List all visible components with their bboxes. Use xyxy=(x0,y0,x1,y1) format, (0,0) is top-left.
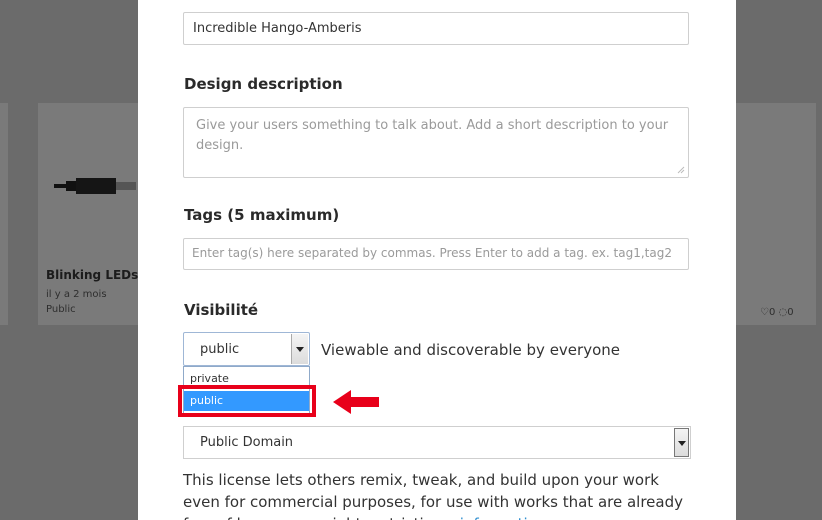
tags-label: Tags (5 maximum) xyxy=(184,206,340,224)
visibility-select[interactable]: public xyxy=(183,332,310,366)
background-card-visibility: Public xyxy=(46,304,76,315)
background-design-card: Blinking LEDs il y a 2 mois Public xyxy=(38,103,138,325)
license-description: This license lets others remix, tweak, a… xyxy=(183,469,698,520)
license-select[interactable]: Public Domain xyxy=(183,426,691,459)
background-card-left xyxy=(0,103,8,325)
license-info-link[interactable]: information xyxy=(460,515,547,520)
background-card-stats: ♡0 ◌0 xyxy=(760,307,794,318)
description-textarea[interactable]: Give your users something to talk about.… xyxy=(183,107,689,178)
visibility-description: Viewable and discoverable by everyone xyxy=(321,341,620,359)
design-name-input[interactable]: Incredible Hango-Amberis xyxy=(183,12,689,45)
description-placeholder: Give your users something to talk about.… xyxy=(196,118,669,153)
visibility-label: Visibilité xyxy=(184,301,259,319)
chevron-down-icon[interactable] xyxy=(674,428,689,457)
annotation-highlight-box xyxy=(178,385,316,417)
led-cable-image xyxy=(54,178,136,194)
visibility-select-value: public xyxy=(200,342,240,357)
description-label: Design description xyxy=(184,75,343,93)
edit-design-modal: Incredible Hango-Amberis Design descript… xyxy=(138,0,736,520)
license-select-value: Public Domain xyxy=(200,435,294,450)
background-card-title: Blinking LEDs xyxy=(46,268,139,282)
license-description-text: This license lets others remix, tweak, a… xyxy=(183,471,684,520)
tags-input[interactable]: Enter tag(s) here separated by commas. P… xyxy=(183,238,689,270)
background-card-date: il y a 2 mois xyxy=(46,289,107,300)
background-card-right: ♡0 ◌0 xyxy=(736,103,816,325)
left-arrow-icon xyxy=(333,390,379,414)
chevron-down-icon[interactable] xyxy=(291,334,308,364)
resize-grip-icon[interactable] xyxy=(677,166,685,174)
